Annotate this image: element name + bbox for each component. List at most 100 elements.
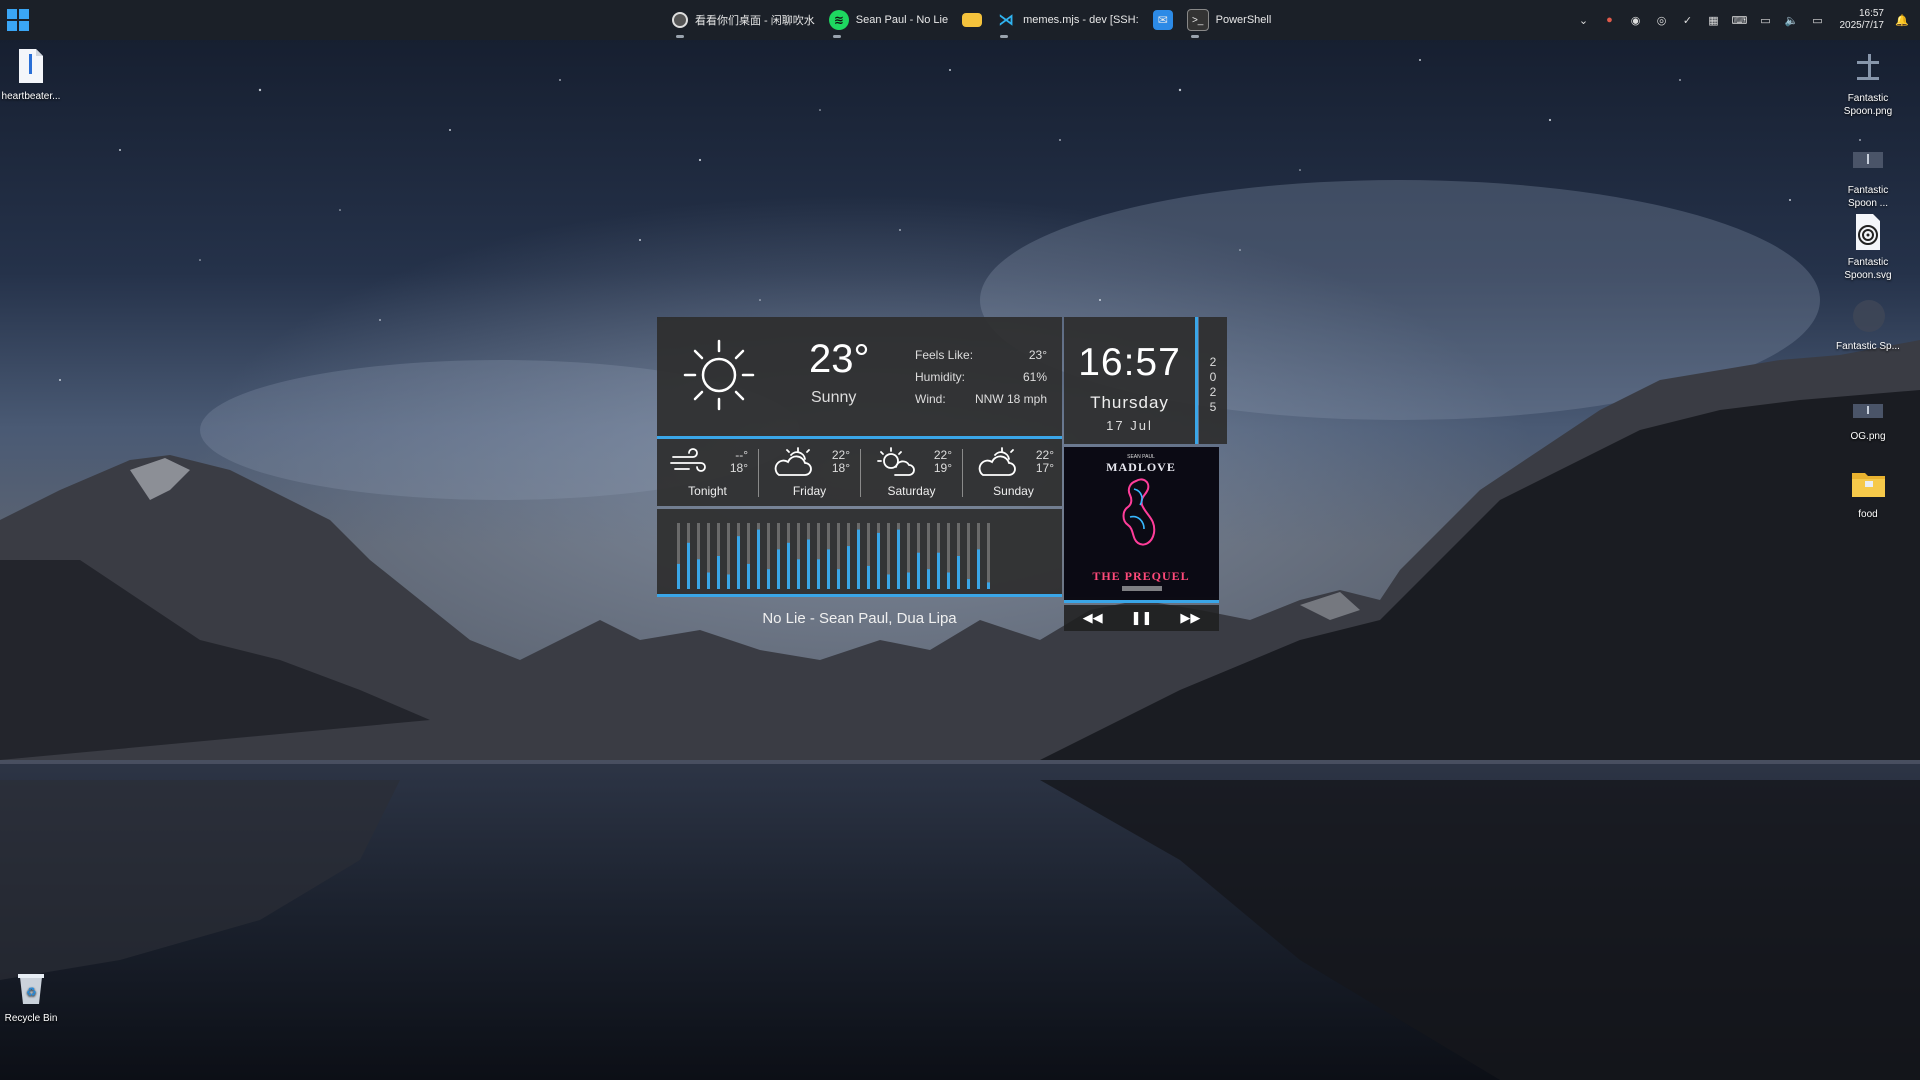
visualizer-bar bbox=[977, 549, 980, 589]
desktop-icon-label: food bbox=[1858, 509, 1878, 520]
desktop-icon-label: Fantastic Sp... bbox=[1836, 341, 1900, 352]
notification-bell-icon[interactable]: 🔔 bbox=[1894, 12, 1910, 28]
visualizer-bar bbox=[817, 559, 820, 589]
desktop-icon-food-folder[interactable]: food bbox=[1832, 464, 1904, 521]
desktop-icon-heartbeater[interactable]: heartbeater... bbox=[0, 46, 67, 103]
display-icon[interactable]: ▭ bbox=[1758, 12, 1774, 28]
visualizer-bar bbox=[807, 539, 810, 589]
folder-icon bbox=[1851, 464, 1885, 504]
desktop-icon-fantastic-spoon-svg[interactable]: Fantastic Spoon.svg bbox=[1832, 212, 1904, 282]
current-temperature: 23° bbox=[809, 337, 870, 381]
powershell-icon: >_ bbox=[1186, 9, 1209, 31]
desktop-icon-label: Recycle Bin bbox=[4, 1013, 58, 1024]
desktop-icon-label: OG.png bbox=[1850, 431, 1886, 442]
desktop-icon-fantastic-spoon-2[interactable]: Fantastic Spoon ... bbox=[1832, 140, 1904, 210]
recycle-bin-icon: ♻ bbox=[14, 968, 48, 1008]
visualizer-bars bbox=[677, 523, 990, 589]
desktop-icon-fantastic-sp[interactable]: Fantastic Sp... bbox=[1832, 296, 1904, 353]
taskbar-date: 2025/7/17 bbox=[1839, 20, 1885, 31]
taskbar-item-powershell[interactable]: >_ PowerShell bbox=[1186, 0, 1272, 40]
visualizer-bar bbox=[767, 569, 770, 589]
humidity-row: Humidity: 61% bbox=[915, 370, 1047, 384]
sun-icon bbox=[683, 339, 755, 411]
zip-file-icon bbox=[14, 46, 48, 86]
visualizer-bar bbox=[857, 529, 860, 589]
taskbar-item-chrome[interactable]: 看看你们桌面 - 闲聊吹水 bbox=[672, 0, 815, 40]
image-file-icon bbox=[1851, 48, 1885, 88]
chevron-up-icon[interactable]: ⌄ bbox=[1576, 12, 1592, 28]
desktop-icon-og-png[interactable]: OG.png bbox=[1832, 396, 1904, 443]
next-track-icon[interactable]: ▶▶ bbox=[1180, 610, 1200, 626]
start-button[interactable] bbox=[7, 9, 29, 31]
steam-icon[interactable]: ◎ bbox=[1654, 12, 1670, 28]
weather-stats: Feels Like: 23° Humidity: 61% Wind: NNW 18 … bbox=[915, 348, 1047, 414]
taskbar-item-label: memes.mjs - dev [SSH: bbox=[1023, 14, 1139, 26]
visualizer-bar bbox=[867, 565, 870, 589]
visualizer-bar bbox=[707, 572, 710, 589]
volume-icon[interactable]: 🔈 bbox=[1784, 12, 1800, 28]
clock-day: Thursday bbox=[1090, 393, 1169, 412]
visualizer-bar bbox=[747, 563, 750, 589]
file-explorer-icon bbox=[962, 13, 983, 27]
feels-like-row: Feels Like: 23° bbox=[915, 348, 1047, 362]
visualizer-bar bbox=[697, 559, 700, 589]
rainmeter-widget: 23° Sunny Feels Like: 23° Humidity: 61% Wi… bbox=[657, 317, 1227, 639]
taskbar-item-spotify[interactable]: ≋ Sean Paul - No Lie bbox=[828, 0, 949, 40]
visualizer-bar bbox=[887, 574, 890, 589]
weather-current-panel: 23° Sunny Feels Like: 23° Humidity: 61% Wi… bbox=[657, 317, 1062, 439]
album-title-top: MADLOVE bbox=[1106, 460, 1176, 474]
desktop-icon-recycle-bin[interactable]: ♻ Recycle Bin bbox=[0, 968, 67, 1025]
pause-icon[interactable]: ❚❚ bbox=[1131, 610, 1153, 626]
windows-logo-icon bbox=[7, 9, 17, 19]
now-playing-title: No Lie - Sean Paul, Dua Lipa bbox=[762, 610, 957, 627]
current-condition: Sunny bbox=[811, 389, 857, 406]
taskbar-item-label: Sean Paul - No Lie bbox=[855, 14, 949, 26]
wind-row: Wind: NNW 18 mph bbox=[915, 392, 1047, 406]
visualizer-bar bbox=[727, 574, 730, 589]
visualizer-bar bbox=[827, 549, 830, 589]
wind-icon bbox=[670, 448, 706, 472]
forecast-sunday: 22° 17° Sunday bbox=[963, 439, 1064, 506]
desktop-icon-fantastic-spoon-png[interactable]: Fantastic Spoon.png bbox=[1832, 48, 1904, 118]
visualizer-bar bbox=[737, 536, 740, 589]
forecast-friday: 22° 18° Friday bbox=[759, 439, 860, 506]
chrome-icon bbox=[672, 12, 688, 28]
visualizer-bar bbox=[897, 529, 900, 589]
album-title-bottom: THE PREQUEL bbox=[1092, 569, 1189, 583]
weather-forecast-panel: --° 18° Tonight 22° 18° Friday 22° 19° S… bbox=[657, 439, 1062, 506]
svg-text:♻: ♻ bbox=[26, 985, 37, 999]
visualizer-bar bbox=[907, 572, 910, 589]
taskbar-clock[interactable]: 16:57 2025/7/17 bbox=[1840, 8, 1885, 32]
tray-keyboard-icon[interactable]: ⌨ bbox=[1732, 12, 1748, 28]
visualizer-bar bbox=[797, 559, 800, 589]
tray-grid-icon[interactable]: ▦ bbox=[1706, 12, 1722, 28]
image-file-icon bbox=[1851, 396, 1885, 426]
visualizer-bar bbox=[687, 542, 690, 589]
visualizer-bar bbox=[787, 542, 790, 589]
visualizer-bar bbox=[917, 552, 920, 589]
visualizer-bar bbox=[947, 572, 950, 589]
visualizer-track bbox=[967, 523, 970, 589]
vscode-icon: ⋊ bbox=[998, 12, 1015, 29]
taskbar-time: 16:57 bbox=[1858, 8, 1884, 19]
taskbar-item-mail[interactable]: ✉ bbox=[1152, 0, 1173, 40]
image-file-icon bbox=[1851, 140, 1885, 180]
tray-app-icon[interactable]: ● bbox=[1602, 12, 1618, 28]
battery-icon[interactable]: ▭ bbox=[1810, 12, 1826, 28]
forecast-saturday: 22° 19° Saturday bbox=[861, 439, 962, 506]
visualizer-bar bbox=[877, 532, 880, 589]
previous-track-icon[interactable]: ◀◀ bbox=[1083, 610, 1103, 626]
taskbar-item-vscode[interactable]: ⋊ memes.mjs - dev [SSH: bbox=[996, 0, 1139, 40]
clock-year: 2 0 2 5 bbox=[1209, 355, 1217, 414]
clock-time: 16:57 bbox=[1078, 341, 1181, 384]
visualizer-bar bbox=[847, 546, 850, 589]
taskbar-item-label: PowerShell bbox=[1215, 14, 1272, 26]
partly-cloudy-icon bbox=[978, 447, 1016, 476]
discord-icon[interactable]: ◉ bbox=[1628, 12, 1644, 28]
taskbar-item-file-explorer[interactable] bbox=[962, 0, 983, 40]
desktop-icon-label: heartbeater... bbox=[1, 91, 61, 102]
audio-visualizer bbox=[657, 509, 1062, 597]
taskbar: 看看你们桌面 - 闲聊吹水 ≋ Sean Paul - No Lie ⋊ mem… bbox=[0, 0, 1920, 40]
album-cover-image: SEAN PAUL MADLOVE THE PREQUEL bbox=[1064, 447, 1219, 597]
check-circle-icon[interactable]: ✓ bbox=[1680, 12, 1696, 28]
